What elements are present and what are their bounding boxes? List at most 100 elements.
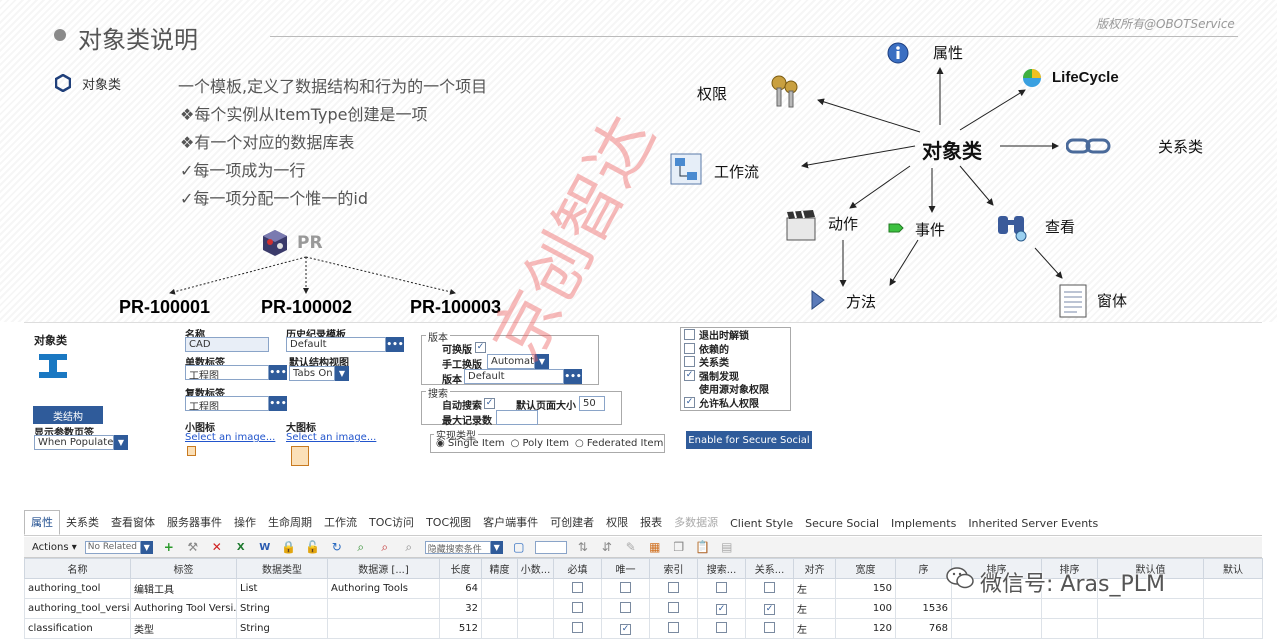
large-icon-select-link[interactable]: Select an image...: [286, 432, 376, 443]
option-unlock-on-logout[interactable]: 退出时解锁: [681, 328, 790, 342]
small-icon-select-link[interactable]: Select an image...: [185, 432, 275, 443]
column-header[interactable]: 序: [895, 558, 952, 579]
grid-layout-icon[interactable]: ▦: [647, 540, 663, 554]
tab-morphae[interactable]: 多数据源: [668, 514, 724, 535]
grid-cell[interactable]: 100: [835, 598, 896, 619]
select-all-icon[interactable]: ▢: [511, 540, 527, 554]
name-input[interactable]: CAD: [185, 337, 269, 352]
plural-input[interactable]: 工程图: [185, 396, 269, 411]
tab-secure-social[interactable]: Secure Social: [799, 517, 885, 535]
ellipsis-icon[interactable]: •••: [269, 365, 287, 380]
auto-search-checkbox[interactable]: ✓: [484, 398, 495, 409]
versionable-checkbox[interactable]: ✓: [475, 342, 486, 353]
page-number-input[interactable]: [534, 540, 567, 554]
tab-actions[interactable]: 操作: [228, 514, 262, 535]
sort-asc-icon[interactable]: ⇅: [575, 540, 591, 554]
ellipsis-icon[interactable]: •••: [386, 337, 404, 352]
grid-cell[interactable]: 32: [439, 598, 482, 619]
table-row[interactable]: authoring_tool_versi... Authoring Tool Ve…: [24, 598, 1263, 619]
history-field[interactable]: Default •••: [286, 337, 404, 352]
grid-cell[interactable]: [481, 598, 518, 619]
column-header[interactable]: 小数...: [517, 558, 554, 579]
checkbox[interactable]: [764, 621, 775, 633]
grid-cell[interactable]: [1041, 598, 1098, 619]
grid-cell[interactable]: authoring_tool_versi...: [24, 598, 131, 619]
class-structure-button[interactable]: 类结构: [33, 406, 103, 424]
checkbox[interactable]: [716, 581, 727, 593]
grid-checkbox-cell[interactable]: [601, 598, 650, 619]
column-header[interactable]: 长度: [439, 558, 482, 579]
column-header[interactable]: 标签: [130, 558, 237, 579]
singular-input[interactable]: 工程图: [185, 365, 269, 380]
tab-lifecycle[interactable]: 生命周期: [262, 514, 318, 535]
checkbox[interactable]: [620, 581, 631, 593]
grid-cell[interactable]: [1203, 598, 1263, 619]
unlock-icon[interactable]: 🔓: [305, 540, 321, 554]
grid-cell[interactable]: [1097, 598, 1204, 619]
grid-checkbox-cell[interactable]: ✓: [745, 598, 794, 619]
column-header[interactable]: 必填: [553, 558, 602, 579]
tab-relationships[interactable]: 关系类: [60, 514, 105, 535]
default-view-select[interactable]: Tabs On ▼: [289, 366, 349, 381]
tab-reports[interactable]: 报表: [634, 514, 668, 535]
enable-secure-social-button[interactable]: Enable for Secure Social: [686, 431, 812, 449]
grid-cell[interactable]: classification: [24, 618, 131, 639]
grid-cell[interactable]: List: [236, 578, 328, 599]
grid-checkbox-cell[interactable]: [553, 618, 602, 639]
word-export-icon[interactable]: W: [257, 542, 273, 553]
tab-client-style[interactable]: Client Style: [724, 517, 799, 535]
grid-checkbox-cell[interactable]: ✓: [601, 618, 650, 639]
column-header[interactable]: 精度: [481, 558, 518, 579]
grid-cell[interactable]: [517, 618, 554, 639]
grid-checkbox-cell[interactable]: [649, 598, 698, 619]
option-enforce-discovery[interactable]: ✓ 强制发现: [681, 369, 790, 383]
clear-search-icon[interactable]: ⌕: [377, 540, 393, 555]
option-allow-private-permission[interactable]: ✓ 允许私人权限: [681, 396, 790, 410]
column-header[interactable]: 搜索...: [697, 558, 746, 579]
page-size-input[interactable]: 50: [579, 396, 605, 411]
checkbox[interactable]: [572, 581, 583, 593]
grid-cell[interactable]: [951, 598, 1042, 619]
column-header[interactable]: 唯一: [601, 558, 650, 579]
column-header[interactable]: 数据类型: [236, 558, 328, 579]
column-header[interactable]: 名称: [24, 558, 131, 579]
table-row[interactable]: classification 类型 String 512 ✓ 左 120 768: [24, 618, 1263, 639]
tab-workflow[interactable]: 工作流: [318, 514, 363, 535]
delete-icon[interactable]: ✕: [209, 540, 225, 554]
grid-cell[interactable]: [1041, 618, 1098, 639]
grid-cell[interactable]: 1536: [895, 598, 952, 619]
grid-cell[interactable]: 150: [835, 578, 896, 599]
grid-cell[interactable]: 左: [793, 618, 836, 639]
column-header[interactable]: 索引: [649, 558, 698, 579]
checkbox[interactable]: [572, 621, 583, 633]
related-select[interactable]: No Related ▼: [84, 540, 153, 554]
radio-poly-item[interactable]: ○ Poly Item: [511, 438, 569, 449]
radio-federated-item[interactable]: ○ Federated Item: [575, 438, 663, 449]
singular-field[interactable]: 工程图 •••: [185, 365, 287, 380]
grid-cell[interactable]: 编辑工具: [130, 578, 237, 599]
grid-cell[interactable]: 左: [793, 578, 836, 599]
option-dependent[interactable]: 依赖的: [681, 342, 790, 356]
checkbox[interactable]: [684, 342, 695, 354]
tab-can-add[interactable]: 可创建者: [544, 514, 600, 535]
grid-cell[interactable]: 类型: [130, 618, 237, 639]
grid-cell[interactable]: [481, 578, 518, 599]
checkbox[interactable]: ✓: [684, 369, 695, 381]
checkbox[interactable]: [764, 581, 775, 593]
grid-checkbox-cell[interactable]: [601, 578, 650, 599]
grid-cell[interactable]: String: [236, 618, 328, 639]
grid-checkbox-cell[interactable]: [649, 578, 698, 599]
tab-properties[interactable]: 属性: [24, 510, 60, 535]
tab-toc-view[interactable]: TOC视图: [420, 514, 477, 535]
option-relationship[interactable]: 关系类: [681, 355, 790, 369]
tab-view-forms[interactable]: 查看窗体: [105, 514, 161, 535]
ellipsis-icon[interactable]: •••: [564, 369, 582, 384]
refresh-icon[interactable]: ↻: [329, 540, 345, 554]
search-options-icon[interactable]: ⌕: [401, 540, 417, 555]
grid-cell[interactable]: authoring_tool: [24, 578, 131, 599]
copy-icon[interactable]: ❐: [671, 540, 687, 554]
grid-checkbox-cell[interactable]: ✓: [697, 598, 746, 619]
grid-cell[interactable]: 左: [793, 598, 836, 619]
grid-checkbox-cell[interactable]: [553, 598, 602, 619]
tab-inherited-server-events[interactable]: Inherited Server Events: [962, 517, 1104, 535]
